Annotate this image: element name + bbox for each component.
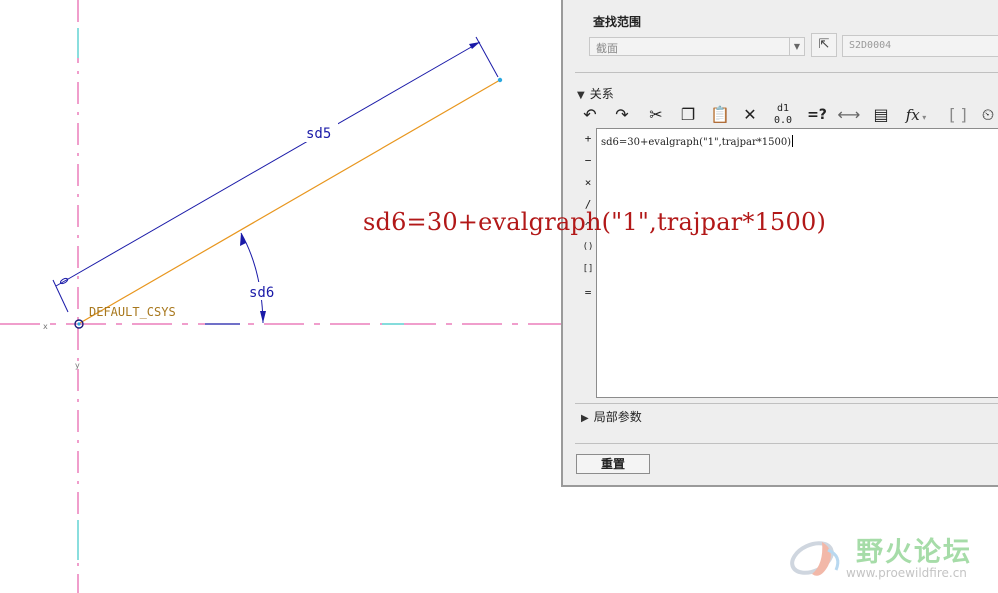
insert-parameter-icon[interactable]: ▤: [869, 103, 893, 127]
dim-line-sd5: [55, 41, 481, 287]
dim-arc-sd6: [240, 232, 264, 324]
insert-function-icon[interactable]: fx ▾: [901, 103, 931, 127]
axis-marker-y: y: [75, 361, 80, 370]
dim-label-sd5[interactable]: sd5: [306, 126, 331, 142]
relation-annotation: sd6=30+evalgraph("1",trajpar*1500): [363, 208, 827, 236]
dim-arrow: [260, 311, 266, 323]
chevron-down-icon: ▾: [919, 113, 927, 122]
insert-function-label: fx: [905, 106, 920, 124]
watermark-url: www.proewildfire.cn: [846, 566, 967, 580]
paste-icon[interactable]: 📋: [709, 103, 731, 127]
undo-icon[interactable]: ↶: [579, 103, 601, 127]
relations-title: 关系: [589, 87, 614, 101]
lookup-field[interactable]: S2D0004: [842, 35, 998, 57]
operator-parens[interactable]: (): [581, 242, 595, 252]
local-params-expander[interactable]: ▶ 局部参数: [581, 408, 642, 425]
insert-dimension-icon[interactable]: ⟷: [837, 103, 861, 127]
relations-panel: 查找范围 截面 ▼ ⇱ S2D0004 ▼ 关系 ↶ ↷ ✂ ❐ 📋 ✕ d1 0.…: [561, 0, 998, 487]
line-endpoint[interactable]: [497, 77, 503, 83]
divider: [575, 72, 998, 73]
delete-icon[interactable]: ✕: [739, 103, 761, 127]
relations-expander[interactable]: ▼ 关系: [577, 85, 614, 102]
csys-label: DEFAULT_CSYS: [89, 305, 176, 319]
dim-arrow: [240, 233, 246, 246]
watermark-title: 野火论坛: [856, 537, 972, 568]
chevron-right-icon: ▶: [581, 413, 589, 424]
toggle-dimension-icon[interactable]: d1 0.0: [771, 103, 795, 127]
lookup-title: 查找范围: [593, 15, 642, 29]
relations-editor-text: sd6=30+evalgraph("1",trajpar*1500): [601, 135, 794, 148]
cut-icon[interactable]: ✂: [645, 103, 667, 127]
divider: [575, 403, 998, 404]
bracket-icon[interactable]: [ ]: [947, 103, 969, 127]
lookup-dropdown-value: 截面: [596, 42, 618, 55]
text-caret: [792, 135, 794, 147]
local-params-title: 局部参数: [593, 410, 642, 424]
axis-marker-x: x: [43, 322, 48, 331]
lookup-dropdown[interactable]: 截面 ▼: [589, 37, 805, 56]
evaluate-icon[interactable]: =?: [805, 103, 829, 127]
divider: [575, 443, 998, 444]
chevron-down-icon[interactable]: ▼: [789, 38, 804, 55]
operator-minus[interactable]: −: [581, 154, 595, 167]
dim-extension-line: [475, 36, 499, 78]
relations-editor-line: sd6=30+evalgraph("1",trajpar*1500): [601, 137, 792, 148]
relations-toolbar: ↶ ↷ ✂ ❐ 📋 ✕ d1 0.0 =? ⟷ ▤ fx ▾ [ ] ⏲: [579, 103, 998, 127]
relations-editor[interactable]: sd6=30+evalgraph("1",trajpar*1500): [596, 128, 998, 398]
operator-multiply[interactable]: ×: [581, 176, 595, 189]
dim-label-sd6[interactable]: sd6: [249, 285, 274, 301]
csys-origin-dot: [77, 322, 81, 326]
copy-icon[interactable]: ❐: [677, 103, 699, 127]
sketch-line[interactable]: [79, 79, 501, 324]
operator-equals[interactable]: =: [581, 286, 595, 299]
dim-extension-line: [52, 279, 69, 313]
watermark: 野火论坛 www.proewildfire.cn: [788, 528, 998, 588]
select-arrow-icon[interactable]: ⇱: [811, 33, 837, 57]
sort-units-icon[interactable]: ⏲: [977, 103, 998, 127]
chevron-down-icon: ▼: [577, 90, 585, 101]
operator-brackets[interactable]: []: [581, 264, 595, 274]
redo-icon[interactable]: ↷: [611, 103, 633, 127]
reset-button[interactable]: 重置: [576, 454, 650, 474]
operator-plus[interactable]: +: [581, 132, 595, 145]
